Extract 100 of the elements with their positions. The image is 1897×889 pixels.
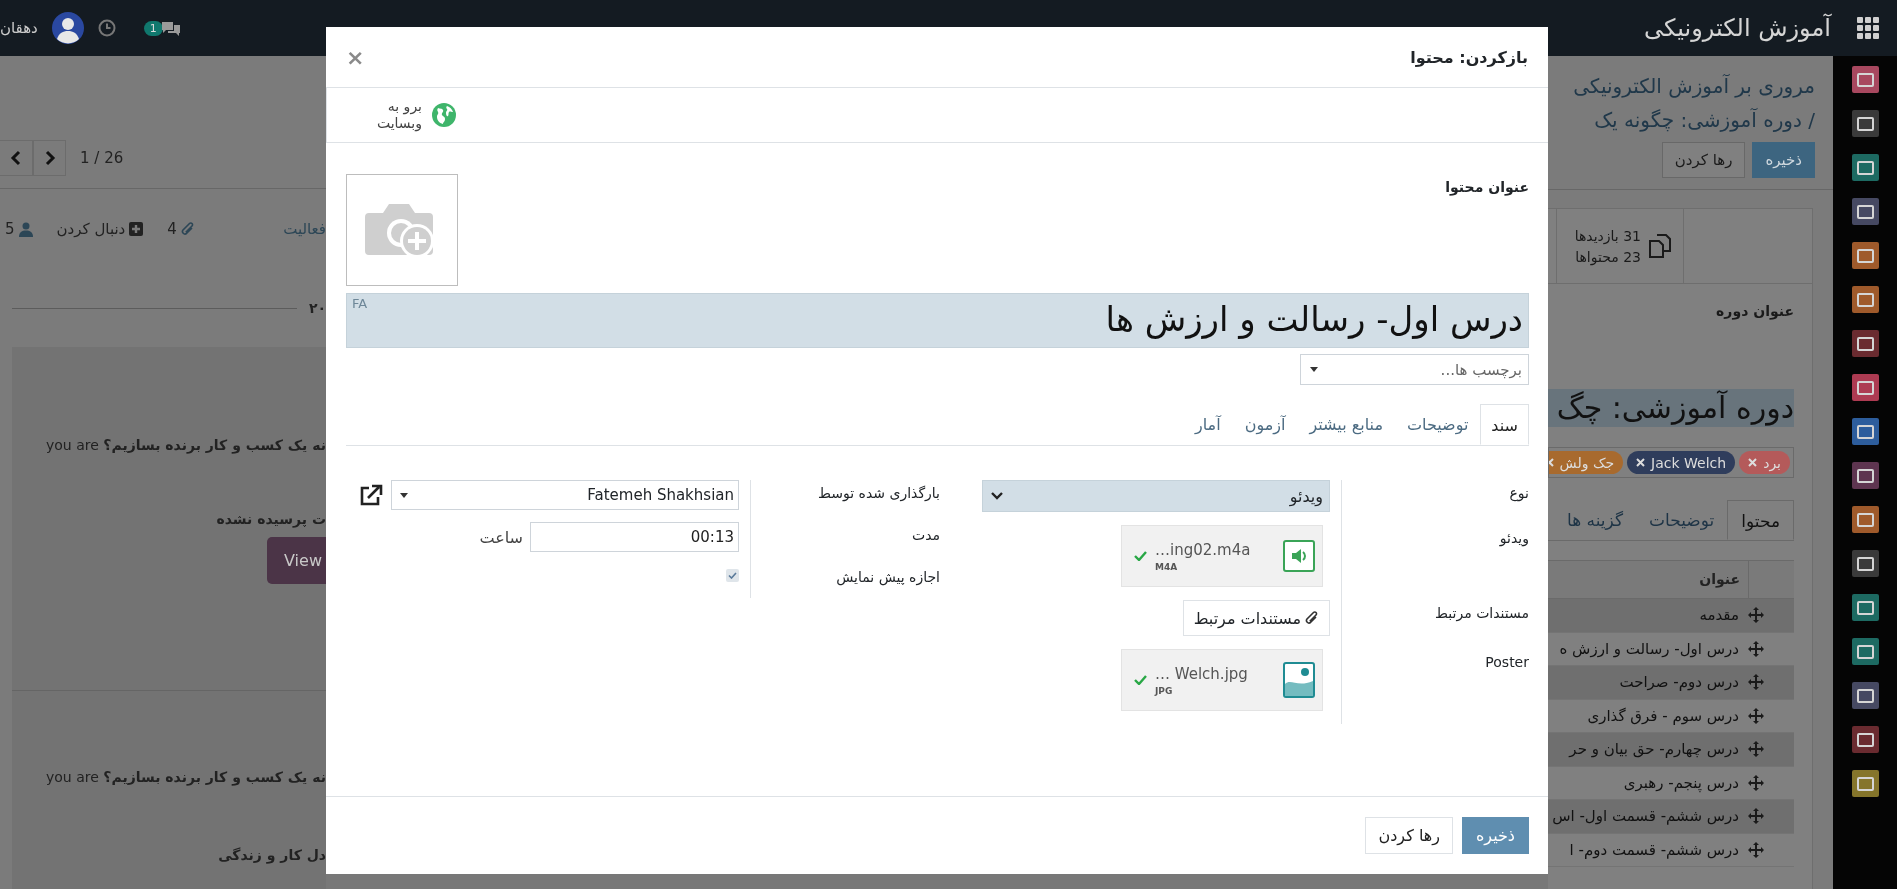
table-cell: درس اول- رسالت و ارزش ه (1559, 639, 1739, 658)
breadcrumb[interactable]: / دوره آموزشی: چگونه یک (1548, 103, 1815, 137)
image-icon (1283, 662, 1315, 698)
website-button[interactable]: برو به وبسایت (326, 88, 478, 142)
chat-icon[interactable] (160, 19, 181, 37)
field-label: عنوان محتوا (1445, 179, 1529, 195)
table-row[interactable]: درس ششم- قسمت دوم- ا (1548, 833, 1794, 867)
app-icon[interactable] (1851, 770, 1879, 797)
tab[interactable]: محتوا (1727, 500, 1794, 540)
app-icon[interactable] (1851, 550, 1879, 577)
chevron-left-icon (10, 150, 22, 166)
tag[interactable]: Jack Welch (1627, 451, 1736, 474)
move-icon (1748, 774, 1764, 791)
app-icon[interactable] (1851, 154, 1879, 181)
app-icon[interactable] (1851, 242, 1879, 269)
language-badge[interactable]: FA (347, 294, 373, 313)
app-icon[interactable] (1851, 330, 1879, 357)
stats-button[interactable]: 31 بازدیدها 23 محتواها (1556, 209, 1684, 283)
app-icon[interactable] (1851, 198, 1879, 225)
date-separator: ۲۰ (308, 300, 326, 316)
notification-badge: 1 (143, 20, 163, 36)
app-icon[interactable] (1851, 286, 1879, 313)
table-row[interactable]: درس چهارم- حق بیان و حر (1548, 733, 1794, 767)
tab[interactable]: گزینه ها (1554, 500, 1637, 540)
save-button[interactable]: ذخیره (1752, 142, 1815, 178)
paperclip-icon (180, 221, 195, 237)
tab[interactable]: توضیحات (1394, 404, 1481, 445)
attachments-button[interactable]: 4 (167, 220, 195, 238)
view-button[interactable]: View (267, 537, 326, 584)
close-button[interactable]: × (346, 44, 365, 70)
save-button[interactable]: ذخیره (1461, 817, 1529, 854)
user-name[interactable]: دهقان (0, 19, 38, 37)
move-icon (1748, 674, 1764, 691)
menu-icon[interactable] (1857, 17, 1879, 39)
file-name: …ing02.m4a (1155, 540, 1251, 559)
column-header: عنوان (1699, 570, 1741, 590)
discard-button[interactable]: رها کردن (1661, 142, 1746, 178)
tab[interactable]: آزمون (1232, 404, 1298, 445)
activity-button[interactable]: فعالیت (283, 220, 326, 238)
file-card[interactable]: …ing02.m4a M4A (1121, 525, 1323, 587)
move-icon (1748, 841, 1764, 858)
clock-icon[interactable] (97, 19, 116, 37)
app-icon[interactable] (1851, 110, 1879, 137)
checkbox[interactable] (726, 569, 739, 582)
title-text: درس اول- رسالت و ارزش ها (1105, 298, 1524, 341)
move-icon (1748, 607, 1764, 624)
app-icon[interactable] (1851, 66, 1879, 93)
message-note: ت پرسیده نشده (216, 511, 326, 527)
field-label: نوع (1341, 480, 1529, 525)
tab[interactable]: منابع بیشتر (1297, 404, 1395, 445)
field-label: اجازه پیش نمایش (750, 564, 940, 598)
table-row[interactable]: درس ششم- قسمت اول- اس (1548, 800, 1794, 834)
duration-input[interactable]: 00:13 (530, 522, 739, 552)
move-icon (1748, 808, 1764, 825)
field-label: مستندات مرتبط (1341, 600, 1529, 649)
tags-input[interactable]: برچسب ها... (1300, 354, 1529, 385)
external-link-icon[interactable] (359, 484, 383, 506)
pages-icon (1647, 233, 1673, 259)
next-button[interactable] (33, 140, 66, 176)
table-row[interactable]: درس دوم- صراحت (1548, 666, 1794, 700)
tag[interactable]: برد (1739, 451, 1790, 474)
stat-text: 23 محتواها (1574, 249, 1641, 264)
tab[interactable]: توضیحات (1636, 500, 1728, 540)
table-cell: درس دوم- صراحت (1619, 673, 1739, 692)
globe-icon[interactable] (432, 103, 456, 127)
tab[interactable]: سند (1480, 404, 1529, 445)
file-card[interactable]: … Welch.jpg JPG (1121, 649, 1323, 711)
app-icon[interactable] (1851, 594, 1879, 621)
plus-icon (129, 222, 144, 236)
caret-icon[interactable] (1310, 367, 1318, 372)
app-icon[interactable] (1851, 638, 1879, 665)
breadcrumb[interactable]: مروری بر آموزش الکترونیکی (1548, 69, 1815, 103)
table-cell: مقدمه (1699, 606, 1739, 625)
discard-button[interactable]: رها کردن (1365, 817, 1453, 854)
related-documents-button[interactable]: مستندات مرتبط (1182, 600, 1330, 636)
table-row[interactable]: مقدمه (1548, 599, 1794, 633)
tab[interactable]: آمار (1183, 404, 1233, 445)
app-icon[interactable] (1851, 506, 1879, 533)
app-icon[interactable] (1851, 418, 1879, 445)
field-label: Poster (1341, 649, 1529, 724)
app-icon[interactable] (1851, 374, 1879, 401)
pager-counter: 1 / 26 (80, 149, 124, 167)
follow-button[interactable]: دنبال کردن (56, 220, 144, 238)
caret-icon[interactable] (400, 492, 408, 498)
app-icon[interactable] (1851, 726, 1879, 753)
move-icon (1748, 640, 1764, 657)
person-icon (18, 221, 33, 237)
tag[interactable]: جک ولش (1549, 451, 1624, 474)
field-label: بارگذاری شده توسط (750, 480, 940, 522)
type-select[interactable]: ویدئو (982, 480, 1330, 512)
move-icon (1748, 741, 1764, 758)
chevron-right-icon (43, 150, 56, 166)
app-icon[interactable] (1851, 682, 1879, 709)
followers-button[interactable]: 5 (5, 220, 33, 238)
app-icon[interactable] (1851, 462, 1879, 489)
previous-button[interactable] (0, 140, 33, 176)
user-select[interactable]: Fatemeh Shakhsian (391, 480, 739, 510)
title-field[interactable]: دوره آموزشی: چگ (1548, 389, 1794, 427)
field-label: عنوان دوره (1715, 303, 1794, 319)
avatar-icon[interactable] (51, 12, 84, 44)
